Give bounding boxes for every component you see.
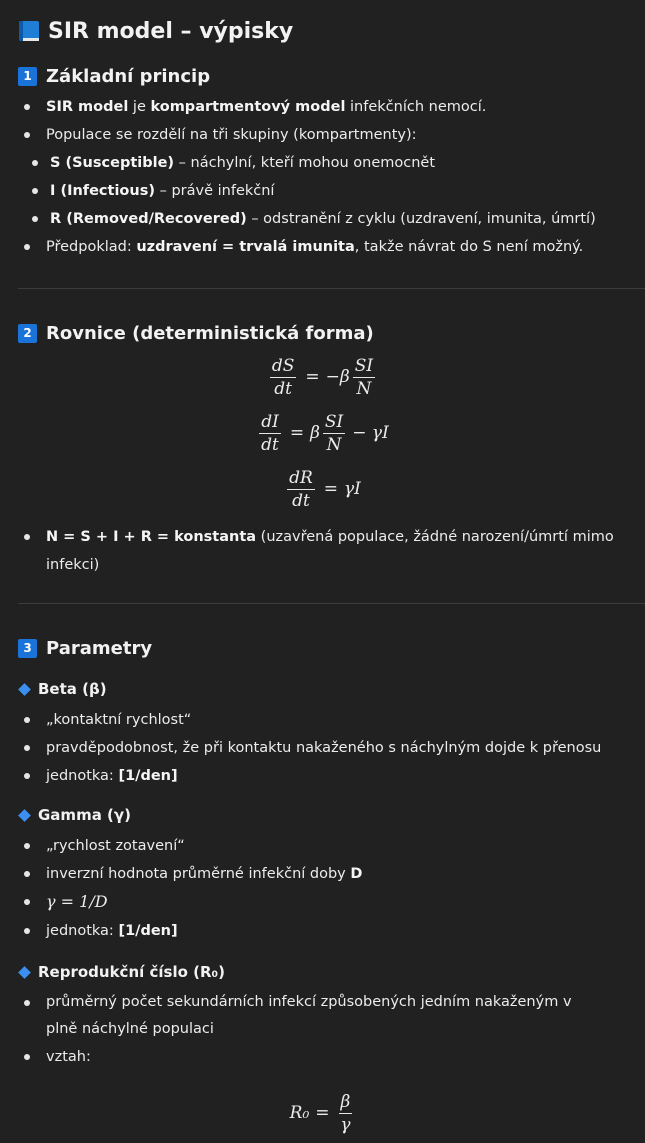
section-1-heading: 1 Základní princip — [18, 62, 645, 90]
equation-ds-dt: dS dt = −β SI N — [269, 355, 376, 399]
list-item: „kontaktní rychlost“ — [18, 706, 645, 734]
blue-diamond-icon — [18, 965, 31, 979]
number-2-icon: 2 — [18, 323, 37, 343]
section-3-title: Parametry — [46, 637, 153, 659]
list-item: inverzní hodnota průměrné infekční doby … — [18, 860, 645, 888]
section-3-heading: 3 Parametry — [18, 634, 645, 662]
section-1-title: Základní princip — [46, 65, 211, 87]
beta-heading: Beta (β) — [18, 676, 645, 702]
section-2-list: N = S + I + R = konstanta (uzavřená popu… — [18, 523, 645, 579]
page-title-text: SIR model – výpisky — [48, 18, 294, 44]
list-item: pravděpodobnost, že při kontaktu nakažen… — [18, 734, 645, 762]
sub-list-container: S (Susceptible) – náchylní, kteří mohou … — [18, 149, 645, 233]
r0-heading: Reprodukční číslo (R₀) — [18, 959, 645, 985]
list-item: jednotka: [1/den] — [18, 762, 645, 790]
beta-list: „kontaktní rychlost“ pravděpodobnost, že… — [18, 706, 645, 790]
section-1-list: SIR model je kompartmentový model infekč… — [18, 93, 645, 261]
equation-block: dS dt = −β SI N dI dt = β SI N − γI dR dt = γ… — [18, 349, 645, 517]
gamma-list: „rychlost zotavení“ inverzní hodnota prů… — [18, 832, 645, 945]
blue-book-icon — [18, 19, 40, 43]
list-item: SIR model je kompartmentový model infekč… — [18, 93, 645, 121]
page-title: SIR model – výpisky — [18, 0, 645, 48]
r0-list: průměrný počet sekundárních infekcí způs… — [18, 989, 645, 1071]
number-3-icon: 3 — [18, 638, 37, 658]
list-item-s: S (Susceptible) – náchylní, kteří mohou … — [18, 149, 645, 177]
list-item: N = S + I + R = konstanta (uzavřená popu… — [18, 523, 645, 579]
equation-dr-dt: dR dt = γI — [287, 467, 361, 511]
list-item-r: R (Removed/Recovered) – odstranění z cyk… — [18, 205, 645, 233]
blue-diamond-icon — [18, 682, 31, 696]
gamma-heading: Gamma (γ) — [18, 802, 645, 828]
equation-di-dt: dI dt = β SI N − γI — [259, 411, 389, 455]
compartment-list: S (Susceptible) – náchylní, kteří mohou … — [18, 149, 645, 233]
list-item: γ = 1/D — [18, 888, 645, 917]
document-page: SIR model – výpisky 1 Základní princip S… — [0, 0, 645, 1143]
list-item: vztah: — [18, 1043, 645, 1071]
list-item: „rychlost zotavení“ — [18, 832, 645, 860]
list-item: Populace se rozdělí na tři skupiny (komp… — [18, 121, 645, 149]
section-2-heading: 2 Rovnice (deterministická forma) — [18, 319, 645, 347]
blue-diamond-icon — [18, 808, 31, 822]
list-item-i: I (Infectious) – právě infekční — [18, 177, 645, 205]
list-item: jednotka: [1/den] — [18, 917, 645, 945]
section-2-title: Rovnice (deterministická forma) — [46, 322, 374, 344]
list-item: Předpoklad: uzdravení = trvalá imunita, … — [18, 233, 645, 261]
list-item: průměrný počet sekundárních infekcí způs… — [18, 989, 645, 1043]
number-1-icon: 1 — [18, 66, 37, 86]
r0-equation: R₀ = βγ — [289, 1091, 353, 1135]
